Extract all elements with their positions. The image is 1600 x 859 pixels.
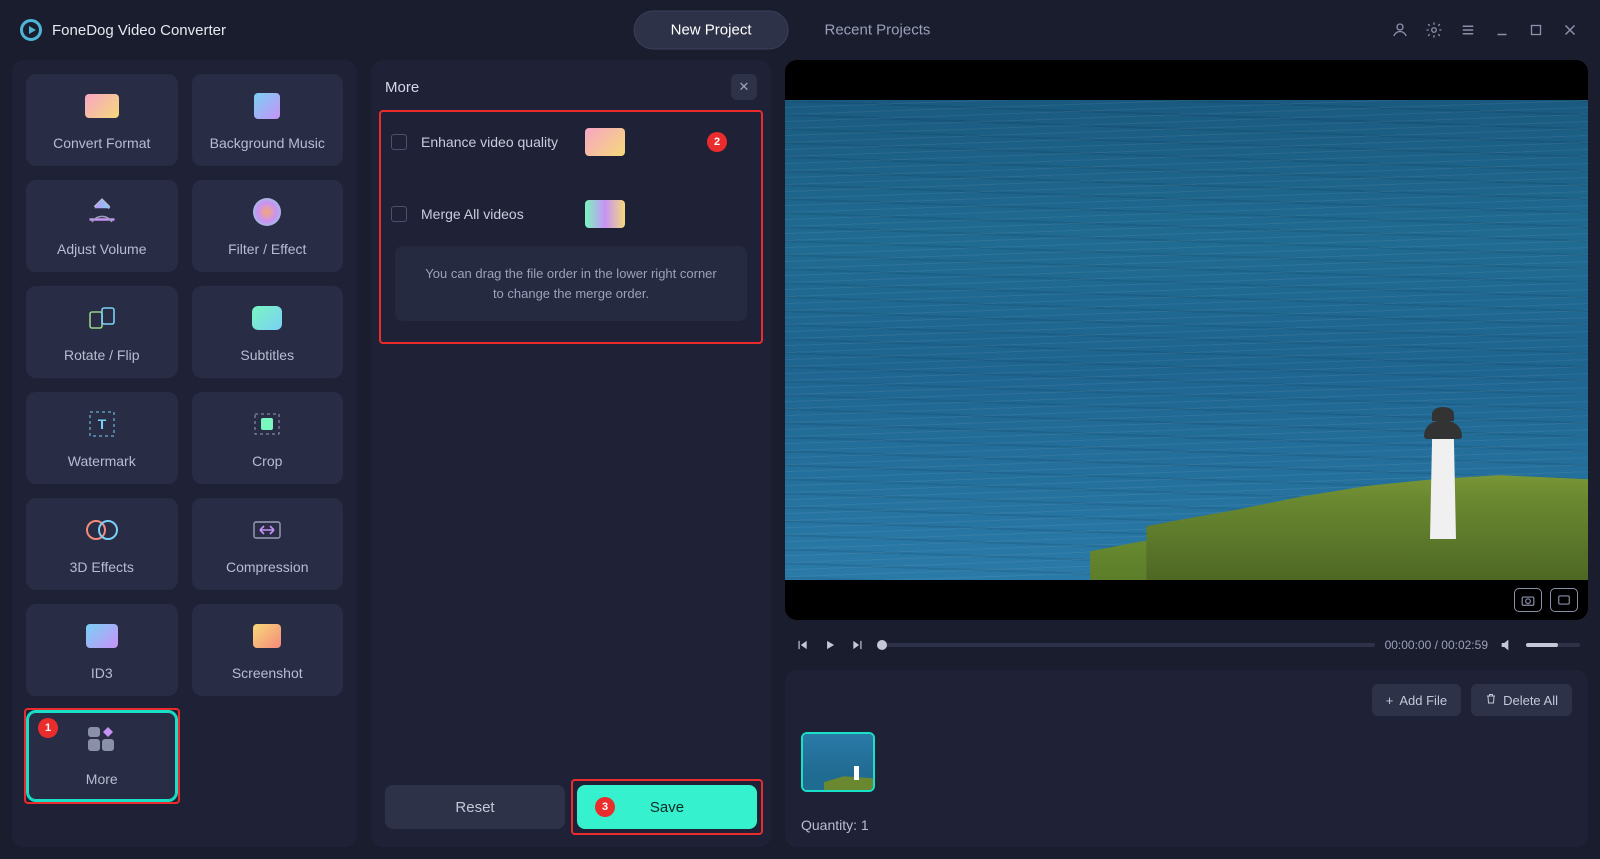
- volume-icon: [82, 195, 122, 229]
- tool-filter-effect[interactable]: Filter / Effect: [192, 180, 344, 272]
- app-logo: FoneDog Video Converter: [20, 19, 226, 41]
- panel-title: More: [385, 79, 419, 96]
- next-button[interactable]: [849, 636, 867, 654]
- save-button[interactable]: 3 Save: [577, 785, 757, 829]
- prev-button[interactable]: [793, 636, 811, 654]
- merge-thumb-icon: [585, 200, 625, 228]
- tool-rotate-flip[interactable]: Rotate / Flip: [26, 286, 178, 378]
- titlebar: FoneDog Video Converter New Project Rece…: [0, 0, 1600, 60]
- tool-label: Watermark: [68, 453, 136, 469]
- save-button-label: Save: [650, 799, 684, 816]
- tool-label: ID3: [91, 665, 113, 681]
- callout-badge-1: 1: [38, 718, 58, 738]
- minimize-button[interactable]: [1492, 20, 1512, 40]
- tab-new-project[interactable]: New Project: [634, 11, 789, 50]
- option-label: Enhance video quality: [421, 134, 571, 150]
- project-tabs: New Project Recent Projects: [634, 11, 967, 50]
- option-merge-videos[interactable]: Merge All videos: [385, 186, 757, 242]
- tool-id3[interactable]: ID3: [26, 604, 178, 696]
- quantity-label: Quantity: 1: [801, 817, 1572, 833]
- tool-background-music[interactable]: Background Music: [192, 74, 344, 166]
- logo-icon: [20, 19, 42, 41]
- delete-all-label: Delete All: [1503, 693, 1558, 708]
- svg-text:T: T: [97, 416, 106, 432]
- option-enhance-quality[interactable]: Enhance video quality 2: [385, 114, 757, 170]
- seek-bar[interactable]: [877, 643, 1375, 647]
- tool-label: Subtitles: [240, 347, 294, 363]
- screenshot-icon: [247, 619, 287, 653]
- tab-recent-projects[interactable]: Recent Projects: [788, 12, 966, 49]
- add-file-label: Add File: [1399, 693, 1447, 708]
- tool-more[interactable]: 1 More: [26, 710, 178, 802]
- tool-label: Compression: [226, 559, 308, 575]
- file-list-panel: + Add File Delete All Quantity: 1: [785, 670, 1588, 847]
- right-panel: 00:00:00 / 00:02:59 + Add File Delete Al…: [785, 60, 1588, 847]
- id3-icon: [82, 619, 122, 653]
- tool-label: Screenshot: [232, 665, 303, 681]
- callout-badge-2: 2: [707, 132, 727, 152]
- plus-icon: +: [1386, 693, 1394, 708]
- fullscreen-icon[interactable]: [1550, 588, 1578, 612]
- tool-subtitles[interactable]: Subtitles: [192, 286, 344, 378]
- preview-scene: [785, 100, 1588, 580]
- tool-label: More: [86, 771, 118, 787]
- tool-label: Adjust Volume: [57, 241, 147, 257]
- tool-convert-format[interactable]: Convert Format: [26, 74, 178, 166]
- compression-icon: [247, 513, 287, 547]
- play-button[interactable]: [821, 636, 839, 654]
- lighthouse-graphic: [1418, 409, 1468, 539]
- subtitles-icon: [247, 301, 287, 335]
- volume-icon[interactable]: [1498, 636, 1516, 654]
- panel-close-button[interactable]: ✕: [731, 74, 757, 100]
- more-icon: [82, 725, 122, 759]
- time-display: 00:00:00 / 00:02:59: [1385, 638, 1488, 652]
- app-title: FoneDog Video Converter: [52, 22, 226, 39]
- gear-icon[interactable]: [1424, 20, 1444, 40]
- window-controls: [1390, 20, 1580, 40]
- playback-bar: 00:00:00 / 00:02:59: [785, 630, 1588, 660]
- volume-slider[interactable]: [1526, 643, 1580, 647]
- tool-3d-effects[interactable]: 3D Effects: [26, 498, 178, 590]
- convert-icon: [82, 89, 122, 123]
- account-icon[interactable]: [1390, 20, 1410, 40]
- music-icon: [247, 89, 287, 123]
- watermark-icon: T: [82, 407, 122, 441]
- 3d-icon: [82, 513, 122, 547]
- tool-compression[interactable]: Compression: [192, 498, 344, 590]
- tool-adjust-volume[interactable]: Adjust Volume: [26, 180, 178, 272]
- merge-tip: You can drag the file order in the lower…: [395, 246, 747, 321]
- delete-all-button[interactable]: Delete All: [1471, 684, 1572, 716]
- tool-label: Crop: [252, 453, 282, 469]
- tool-label: 3D Effects: [70, 559, 134, 575]
- tool-grid: Convert Format Background Music Adjust V…: [12, 60, 357, 847]
- more-panel: More ✕ Enhance video quality 2 Merge All…: [371, 60, 771, 847]
- video-preview: [785, 60, 1588, 620]
- snapshot-icon[interactable]: [1514, 588, 1542, 612]
- crop-icon: [247, 407, 287, 441]
- trash-icon: [1485, 692, 1497, 708]
- reset-button[interactable]: Reset: [385, 785, 565, 829]
- tool-label: Rotate / Flip: [64, 347, 139, 363]
- menu-icon[interactable]: [1458, 20, 1478, 40]
- enhance-thumb-icon: [585, 128, 625, 156]
- tool-label: Convert Format: [53, 135, 150, 151]
- option-label: Merge All videos: [421, 206, 571, 222]
- checkbox-icon[interactable]: [391, 134, 407, 150]
- filter-icon: [247, 195, 287, 229]
- tool-watermark[interactable]: T Watermark: [26, 392, 178, 484]
- close-button[interactable]: [1560, 20, 1580, 40]
- tool-crop[interactable]: Crop: [192, 392, 344, 484]
- callout-badge-3: 3: [595, 797, 615, 817]
- tool-label: Filter / Effect: [228, 241, 306, 257]
- rotate-icon: [82, 301, 122, 335]
- maximize-button[interactable]: [1526, 20, 1546, 40]
- checkbox-icon[interactable]: [391, 206, 407, 222]
- tool-screenshot[interactable]: Screenshot: [192, 604, 344, 696]
- file-thumbnail[interactable]: [801, 732, 875, 792]
- add-file-button[interactable]: + Add File: [1372, 684, 1461, 716]
- tool-label: Background Music: [210, 135, 325, 151]
